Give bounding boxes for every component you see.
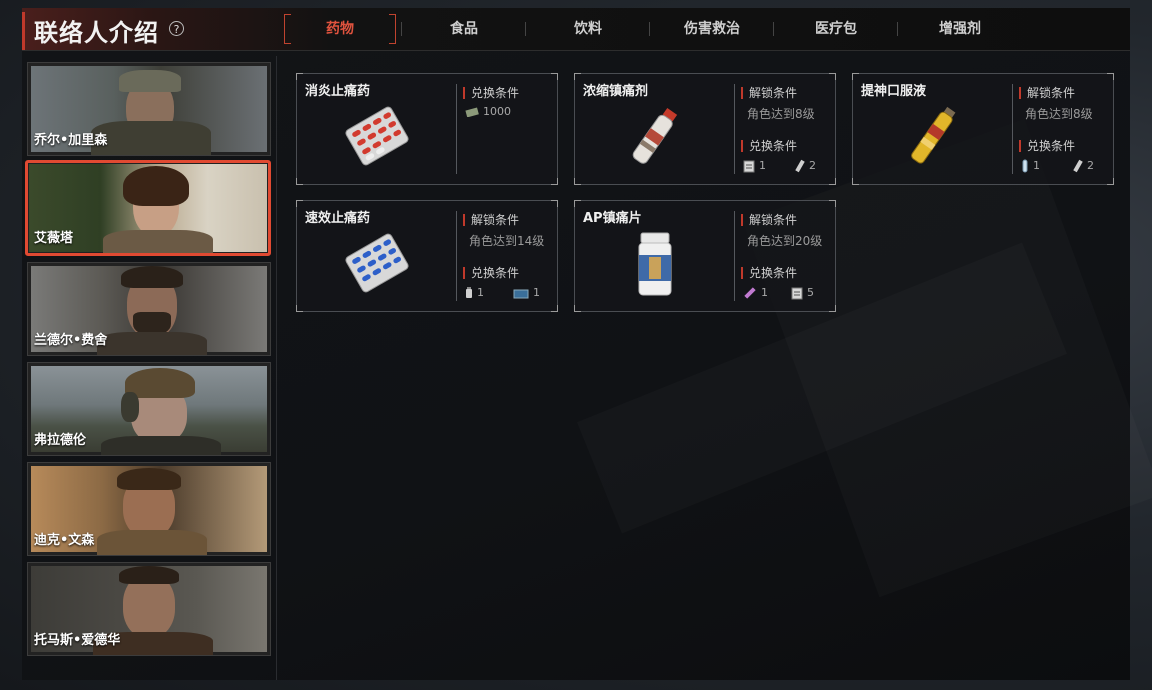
contact-name: 乔尔•加里森 [34, 133, 108, 148]
main-panel: 联络人介绍 ? 药物 食品 饮料 伤害救治 医疗包 增强剂 乔尔•加里森 艾薇塔… [22, 8, 1130, 680]
cost-item: 1 [513, 286, 540, 299]
tab-medicine[interactable]: 药物 [284, 13, 396, 45]
cost-amount: 1 [533, 286, 540, 299]
exchange-label: 兑换条件 [463, 87, 519, 99]
cost-amount: 1000 [483, 105, 511, 118]
cost-item: 2 [1073, 159, 1094, 173]
item-card[interactable]: 提神口服液 解锁条件 角色达到8级 兑换条件 1 2 [852, 73, 1114, 185]
contact-name: 弗拉德伦 [34, 433, 87, 448]
unlock-requirement: 角色达到20级 [747, 234, 823, 248]
unlock-label: 解锁条件 [741, 214, 797, 226]
tab-separator [773, 22, 774, 36]
contact-card-selected[interactable]: 艾薇塔 [25, 160, 271, 256]
notebook-icon [743, 160, 755, 172]
tab-separator [897, 22, 898, 36]
cost-amount: 1 [1033, 159, 1040, 172]
unlock-requirement: 角色达到8级 [1025, 107, 1093, 121]
blister-pack-blue-icon [345, 233, 409, 293]
cost-amount: 5 [807, 286, 814, 299]
bottle-icon [466, 287, 472, 298]
cost-item: 1 [743, 286, 768, 300]
item-name: 速效止痛药 [305, 211, 371, 226]
item-name: 浓缩镇痛剂 [583, 84, 649, 99]
header-accent [22, 12, 25, 50]
cost-item: 1 [743, 159, 766, 173]
divider [456, 211, 457, 301]
contact-name: 兰德尔•费舍 [34, 333, 108, 348]
header-bar: 联络人介绍 ? 药物 食品 饮料 伤害救治 医疗包 增强剂 [22, 8, 1130, 51]
divider [734, 211, 735, 301]
notebook-icon [791, 287, 803, 299]
item-card[interactable]: AP镇痛片 解锁条件 角色达到20级 兑换条件 1 5 [574, 200, 836, 312]
cost-item: 1 [465, 286, 484, 299]
spray-can-icon [632, 107, 678, 164]
page-title: 联络人介绍 [34, 19, 159, 47]
cost-item: 1 [1021, 159, 1040, 173]
contact-card[interactable]: 迪克•文森 [27, 462, 271, 556]
divider [734, 84, 735, 174]
exchange-label: 兑换条件 [1019, 140, 1075, 152]
vial-icon [1073, 159, 1083, 173]
syringe-icon [744, 287, 756, 299]
item-card[interactable]: 浓缩镇痛剂 解锁条件 角色达到8级 兑换条件 1 2 [574, 73, 836, 185]
cash-icon [465, 107, 479, 117]
item-name: 提神口服液 [861, 84, 927, 99]
exchange-label: 兑换条件 [463, 267, 519, 279]
cost-amount: 1 [759, 159, 766, 172]
tab-enhancer[interactable]: 增强剂 [904, 13, 1016, 45]
unlock-requirement: 角色达到14级 [469, 234, 545, 248]
contact-name: 迪克•文森 [34, 533, 95, 548]
tab-separator [525, 22, 526, 36]
cost-amount: 2 [1087, 159, 1094, 172]
exchange-label: 兑换条件 [741, 140, 797, 152]
cost-item: 5 [791, 286, 814, 300]
item-name: 消炎止痛药 [305, 84, 371, 99]
divider [456, 84, 457, 174]
cost-amount: 1 [761, 286, 768, 299]
item-name: AP镇痛片 [583, 211, 642, 226]
tab-food[interactable]: 食品 [408, 13, 520, 45]
category-tabs: 药物 食品 饮料 伤害救治 医疗包 增强剂 [284, 13, 1044, 45]
exchange-label: 兑换条件 [741, 267, 797, 279]
test-tube-icon [1022, 159, 1028, 173]
help-icon[interactable]: ? [169, 21, 184, 36]
item-card[interactable]: 速效止痛药 解锁条件 角色达到14级 兑换条件 1 1 [296, 200, 558, 312]
pill-bottle-icon [638, 232, 672, 296]
contact-sidebar: 乔尔•加里森 艾薇塔 兰德尔•费舍 弗拉德伦 迪克•文森 托马斯•爱德华 [22, 56, 277, 680]
vial-icon [795, 159, 805, 173]
contact-name: 艾薇塔 [34, 231, 74, 246]
unlock-label: 解锁条件 [1019, 87, 1075, 99]
unlock-label: 解锁条件 [463, 214, 519, 226]
cost-amount: 2 [809, 159, 816, 172]
cost-item: 2 [795, 159, 816, 173]
tab-drinks[interactable]: 饮料 [532, 13, 644, 45]
tab-injury-treatment[interactable]: 伤害救治 [656, 13, 768, 45]
blister-pack-red-icon [345, 106, 409, 166]
contact-card[interactable]: 乔尔•加里森 [27, 62, 271, 156]
contact-card[interactable]: 兰德尔•费舍 [27, 262, 271, 356]
item-card[interactable]: 消炎止痛药 兑换条件 1000 [296, 73, 558, 185]
unlock-label: 解锁条件 [741, 87, 797, 99]
cost-amount: 1 [477, 286, 484, 299]
tab-medkit[interactable]: 医疗包 [780, 13, 892, 45]
divider [1012, 84, 1013, 174]
contact-card[interactable]: 弗拉德伦 [27, 362, 271, 456]
tab-separator [649, 22, 650, 36]
contact-card[interactable]: 托马斯•爱德华 [27, 562, 271, 656]
unlock-requirement: 角色达到8级 [747, 107, 815, 121]
cost-item: 1000 [465, 105, 511, 118]
tab-separator [401, 22, 402, 36]
yellow-tube-icon [911, 106, 956, 164]
blue-box-icon [513, 289, 529, 298]
contact-name: 托马斯•爱德华 [34, 633, 121, 648]
